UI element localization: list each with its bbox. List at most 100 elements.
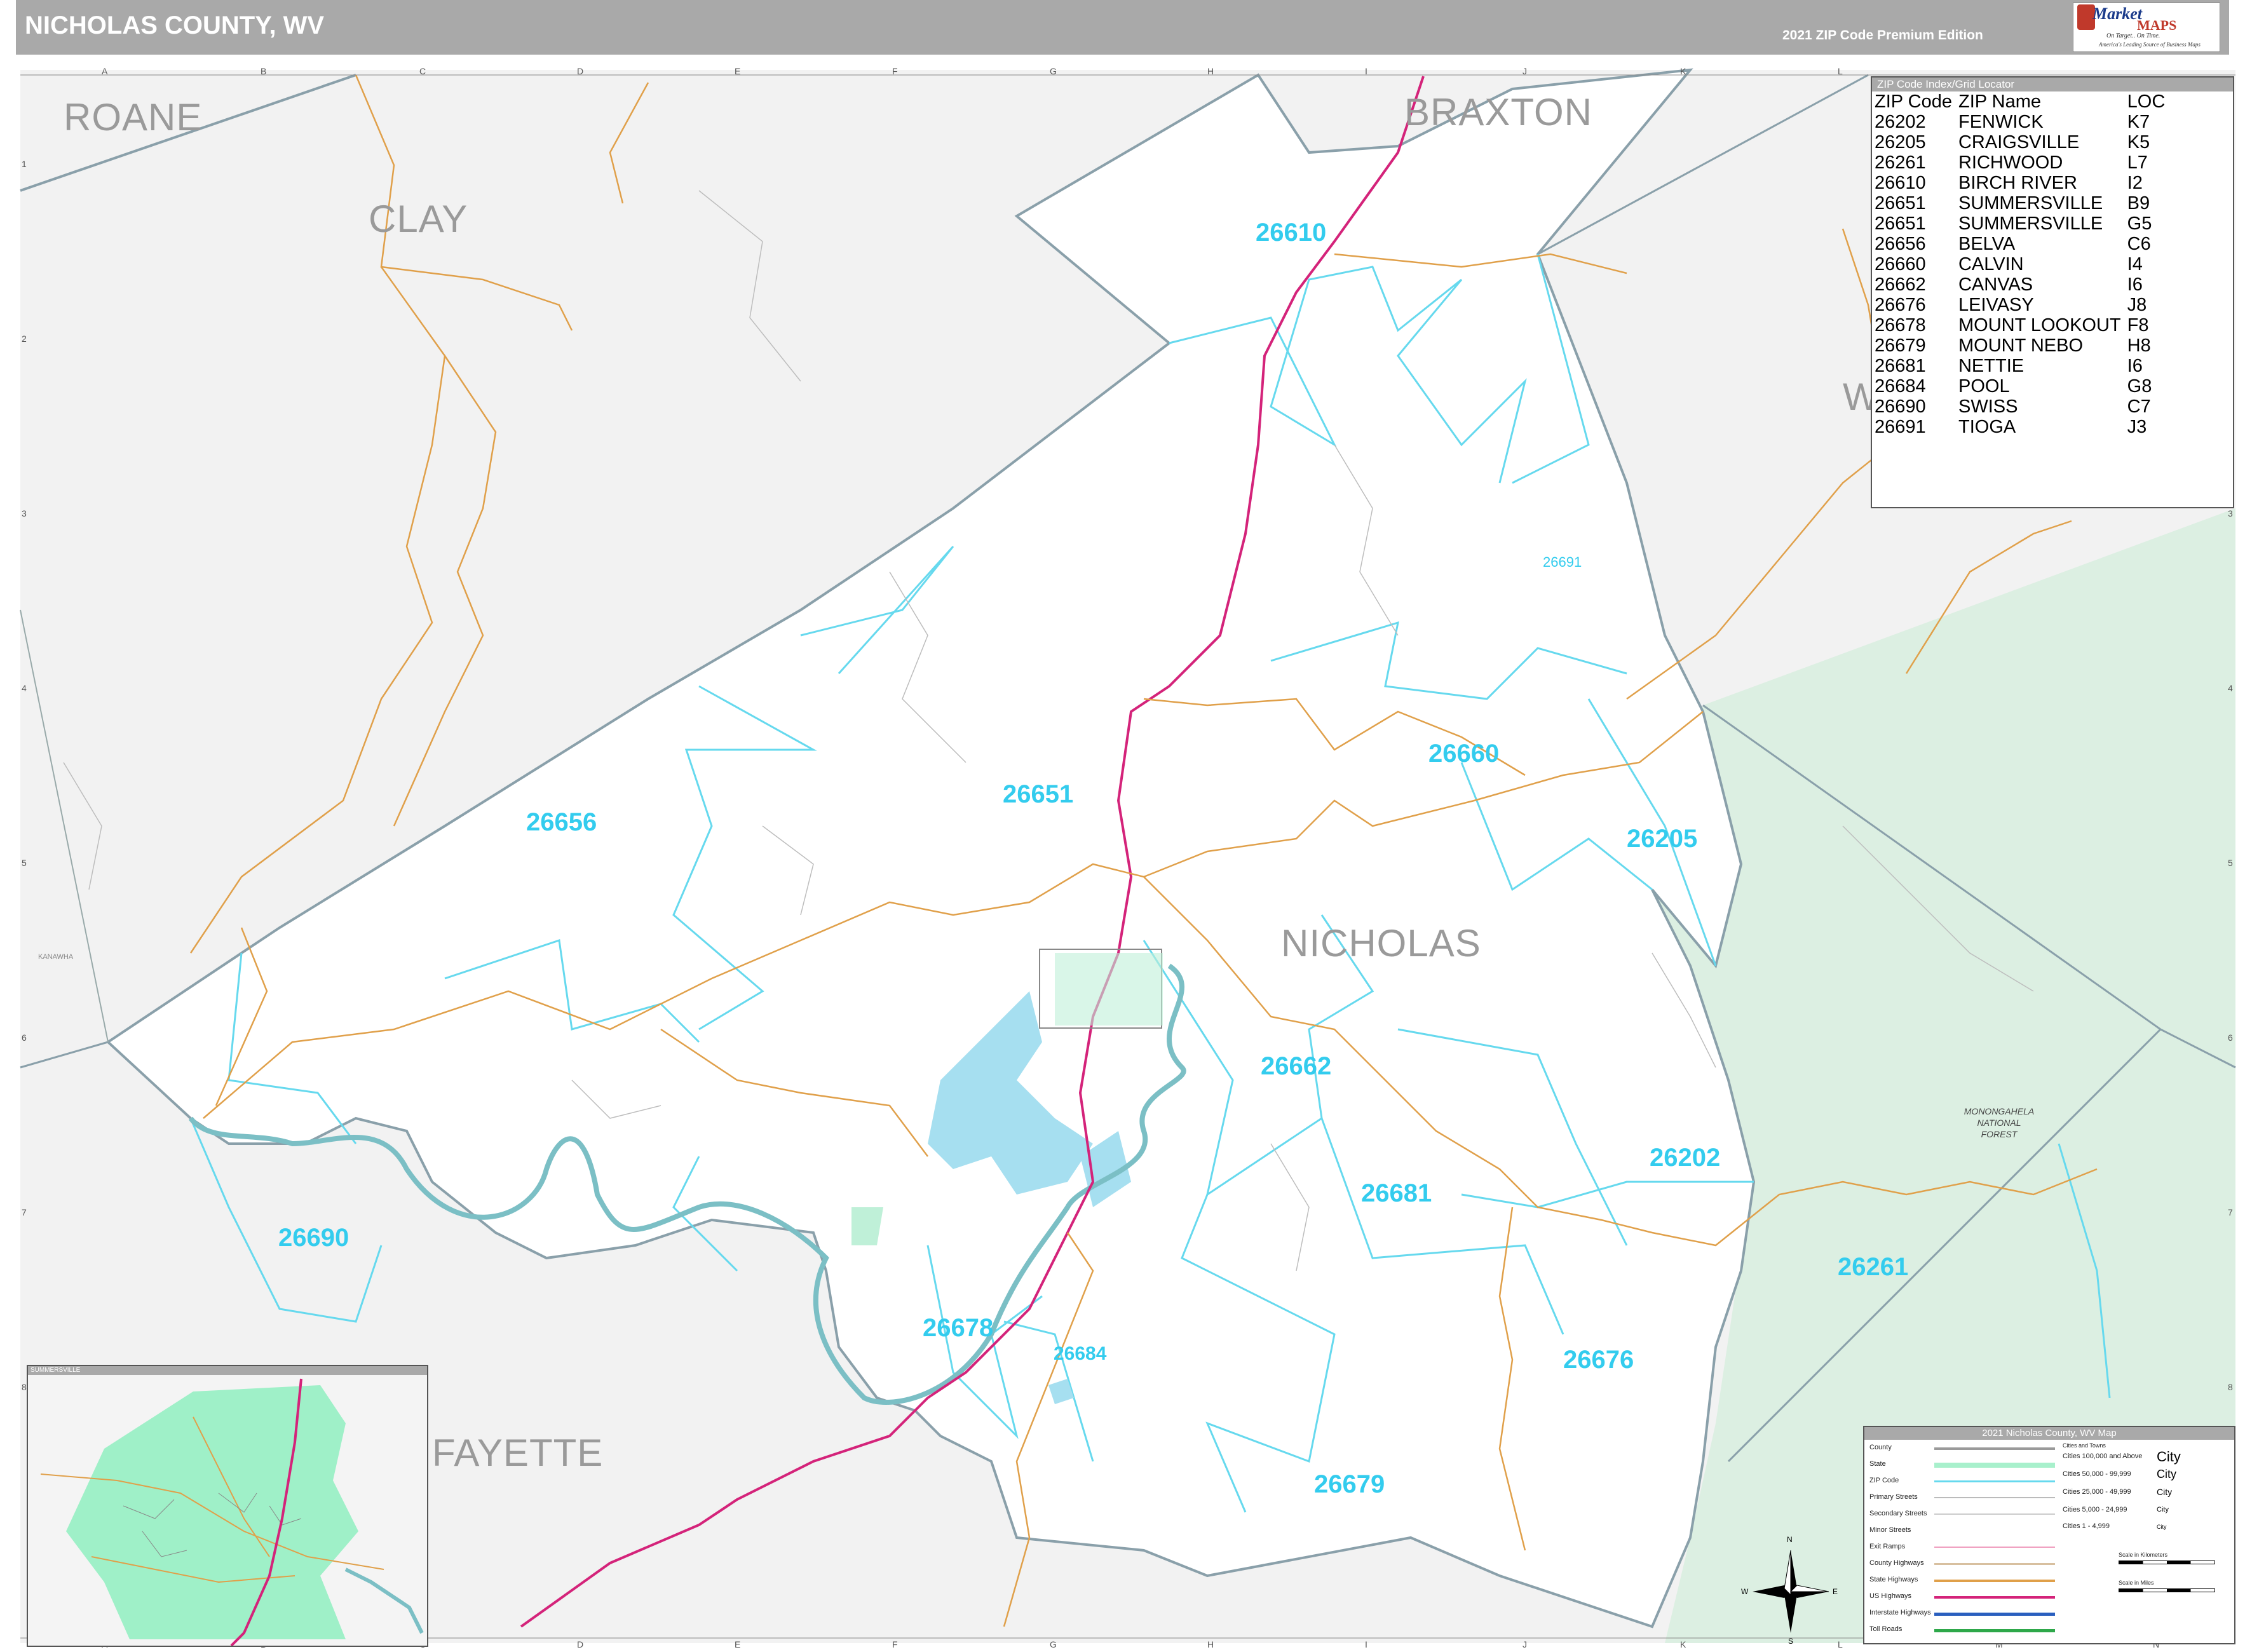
legend-item-toll: Toll Roads xyxy=(1869,1625,1902,1633)
zip-index-row: 26678 MOUNT LOOKOUT F8 xyxy=(1875,315,2171,335)
legend-city-sample-2: City xyxy=(2157,1468,2176,1480)
legend-item-state: State xyxy=(1869,1460,1886,1468)
zip-label-26662: 26662 xyxy=(1261,1052,1332,1080)
legend-item-county: County xyxy=(1869,1444,1892,1451)
grid-col-k-bottom: K xyxy=(1680,1639,1686,1649)
grid-row-7: 7 xyxy=(22,1207,27,1217)
zip-index-name: POOL xyxy=(1958,376,2010,396)
zip-index-row: 26261 RICHWOOD L7 xyxy=(1875,152,2171,173)
forest-label: MONONGAHELA NATIONAL FOREST xyxy=(1961,1106,2037,1140)
legend-swatch-secondary xyxy=(1934,1513,2055,1515)
legend-swatch-interstate xyxy=(1934,1613,2055,1616)
zip-index-loc: K7 xyxy=(2127,112,2150,132)
legend-item-county-hwy: County Highways xyxy=(1869,1559,1924,1567)
zip-index-header-row: ZIP Code ZIP Name LOC xyxy=(1875,91,2171,112)
zip-index-name: NETTIE xyxy=(1958,356,2025,376)
legend-scale-km-bar xyxy=(2119,1561,2215,1564)
zip-index-name: SUMMERSVILLE xyxy=(1958,193,2103,213)
zip-label-26690: 26690 xyxy=(278,1224,349,1252)
legend-item-secondary: Secondary Streets xyxy=(1869,1510,1927,1517)
zip-index-zip: 26678 xyxy=(1875,315,1926,335)
grid-row-4: 4 xyxy=(22,683,27,693)
compass-w: W xyxy=(1741,1587,1749,1596)
grid-col-c: C xyxy=(419,66,426,76)
legend-item-interstate: Interstate Highways xyxy=(1869,1609,1931,1616)
zip-index-zip: 26651 xyxy=(1875,213,1926,234)
zip-index-loc: B9 xyxy=(2127,193,2150,213)
legend-cities-header: Cities and Towns xyxy=(2063,1442,2106,1449)
legend-city-sample-3: City xyxy=(2157,1487,2173,1497)
zip-label-26660: 26660 xyxy=(1428,740,1500,768)
zip-index-name: LEIVASY xyxy=(1958,295,2034,315)
zip-index-loc: H8 xyxy=(2127,335,2151,356)
zip-index-loc: I6 xyxy=(2127,274,2143,295)
zip-index-name: RICHWOOD xyxy=(1958,152,2063,173)
county-label-kanawha: KANAWHA xyxy=(38,953,74,961)
inset-map xyxy=(40,1378,424,1646)
grid-row-7-right: 7 xyxy=(2228,1207,2233,1217)
grid-col-f: F xyxy=(892,66,898,76)
zip-index-name: CRAIGSVILLE xyxy=(1958,132,2080,152)
legend-city-25k: Cities 25,000 - 49,999 xyxy=(2063,1488,2131,1496)
summersville-inset: SUMMERSVILLE xyxy=(27,1365,428,1647)
zip-index-row: 26662 CANVAS I6 xyxy=(1875,274,2171,295)
zip-index-row: 26684 POOL G8 xyxy=(1875,376,2171,396)
zip-index-loc: G5 xyxy=(2127,213,2152,234)
zip-label-26679: 26679 xyxy=(1314,1470,1385,1498)
zip-index-loc: I2 xyxy=(2127,173,2143,193)
grid-col-a: A xyxy=(102,66,108,76)
zip-index-loc: I6 xyxy=(2127,356,2143,376)
legend-swatch-state xyxy=(1934,1463,2055,1468)
zip-index-row: 26651 SUMMERSVILLE B9 xyxy=(1875,193,2171,213)
county-label-clay: CLAY xyxy=(369,198,468,240)
forest-label-line-3: FOREST xyxy=(1981,1129,2018,1139)
legend-title: 2021 Nicholas County, WV Map xyxy=(1864,1427,2234,1440)
grid-col-f-bottom: F xyxy=(892,1639,898,1649)
zip-label-26684: 26684 xyxy=(1054,1343,1107,1364)
zip-index-body: 26202 FENWICK K7 26205 CRAIGSVILLE K5 26261 RIC… xyxy=(1875,112,2171,437)
compass-icon xyxy=(1753,1550,1829,1633)
legend-swatch-state-hwy xyxy=(1934,1580,2055,1582)
zip-index-row: 26610 BIRCH RIVER I2 xyxy=(1875,173,2171,193)
zip-index-zip: 26660 xyxy=(1875,254,1926,274)
zip-index-zip: 26662 xyxy=(1875,274,1926,295)
grid-col-d: D xyxy=(577,66,584,76)
legend-swatch-exit xyxy=(1934,1547,2055,1548)
map-legend: 2021 Nicholas County, WV Map County Stat… xyxy=(1863,1426,2235,1644)
legend-scale-mi: Scale in Miles xyxy=(2119,1580,2154,1586)
zip-index-zip: 26681 xyxy=(1875,356,1926,376)
grid-col-l: L xyxy=(1838,66,1843,76)
grid-col-l-bottom: L xyxy=(1838,1639,1843,1649)
grid-row-3-right: 3 xyxy=(2228,508,2233,518)
grid-col-h-bottom: H xyxy=(1207,1639,1214,1649)
inset-title: SUMMERSVILLE xyxy=(28,1366,427,1375)
grid-col-d-bottom: D xyxy=(577,1639,584,1649)
grid-row-6: 6 xyxy=(22,1032,27,1043)
grid-row-5: 5 xyxy=(22,858,27,868)
grid-row-3: 3 xyxy=(22,508,27,518)
zip-index-row: 26676 LEIVASY J8 xyxy=(1875,295,2171,315)
zip-index-loc: K5 xyxy=(2127,132,2150,152)
zip-index-header-loc: LOC xyxy=(2127,91,2166,112)
zip-label-26681: 26681 xyxy=(1361,1179,1432,1207)
grid-col-e: E xyxy=(735,66,741,76)
zip-index-name: FENWICK xyxy=(1958,112,2044,132)
zip-index-zip: 26690 xyxy=(1875,396,1926,417)
zip-label-26610: 26610 xyxy=(1256,219,1327,247)
compass-s: S xyxy=(1788,1637,1794,1646)
zip-index-name: CANVAS xyxy=(1958,274,2033,295)
legend-scale-km: Scale in Kilometers xyxy=(2119,1552,2168,1558)
county-label-nicholas: NICHOLAS xyxy=(1281,922,1481,965)
zip-index-name: CALVIN xyxy=(1958,254,2024,274)
zip-index-name: BELVA xyxy=(1958,234,2016,254)
grid-col-b: B xyxy=(261,66,267,76)
compass-n: N xyxy=(1787,1535,1793,1544)
zip-index-zip: 26679 xyxy=(1875,335,1926,356)
zip-index-loc: C6 xyxy=(2127,234,2151,254)
zip-index-name: SUMMERSVILLE xyxy=(1958,213,2103,234)
forest-label-line-1: MONONGAHELA xyxy=(1964,1106,2035,1116)
grid-row-5-right: 5 xyxy=(2228,858,2233,868)
legend-item-zip: ZIP Code xyxy=(1869,1477,1899,1484)
zip-label-26678: 26678 xyxy=(923,1314,994,1342)
grid-col-j: J xyxy=(1523,66,1527,76)
